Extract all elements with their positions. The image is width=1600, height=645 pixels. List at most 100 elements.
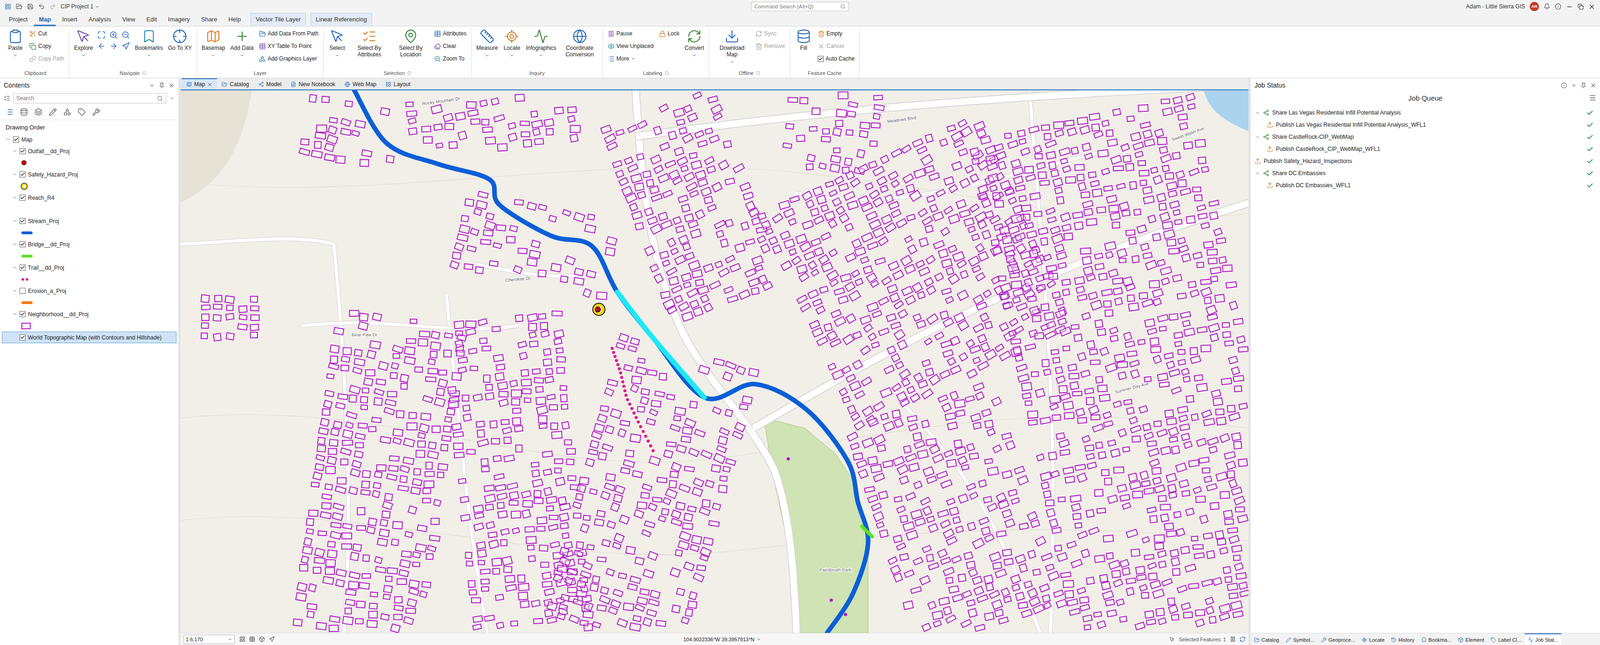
layer-symbol[interactable]: [21, 183, 28, 190]
ribbon-button[interactable]: Add Data: [228, 27, 256, 59]
notification-icon[interactable]: [1543, 3, 1551, 10]
help-icon[interactable]: [1560, 82, 1567, 89]
job-row[interactable]: Share DC Embassies: [1250, 167, 1600, 180]
pane-menu-icon[interactable]: [1570, 82, 1577, 89]
layer-checkbox[interactable]: [19, 287, 26, 294]
layer-checkbox[interactable]: [19, 311, 26, 318]
ribbon-small-button[interactable]: View Unplaced: [605, 40, 656, 52]
navigate-tool-icon[interactable]: [109, 30, 118, 40]
ribbon-button[interactable]: Fill: [793, 27, 815, 53]
expander[interactable]: [11, 171, 18, 177]
ribbon-button[interactable]: Coordinate Conversion: [559, 27, 600, 60]
layer-checkbox[interactable]: [19, 241, 26, 248]
expander[interactable]: [11, 288, 18, 294]
ribbon-small-button[interactable]: More: [605, 53, 656, 65]
ribbon-button[interactable]: Paste: [4, 27, 27, 59]
bottom-tab[interactable]: Catalog: [1250, 633, 1283, 645]
pointer-coordinates[interactable]: 104.9022336°W 39.3957913°N: [279, 636, 1165, 643]
layer-symbol[interactable]: [21, 301, 33, 305]
contents-tool-icon[interactable]: [92, 108, 101, 116]
box-icon[interactable]: [258, 636, 265, 643]
contents-tool-icon[interactable]: [48, 108, 57, 116]
outfall-point[interactable]: [595, 306, 601, 312]
neighborhood-footprints[interactable]: [201, 91, 1249, 633]
layer-row[interactable]: Outfall__dd_Proj: [1, 145, 177, 157]
layer-row[interactable]: Map: [1, 133, 177, 146]
navigate-tool-icon[interactable]: [121, 30, 130, 40]
layer-row[interactable]: Trail__dd_Proj: [1, 261, 177, 274]
expander[interactable]: [11, 264, 18, 271]
ribbon-small-button[interactable]: Add Data From Path: [257, 27, 321, 40]
layer-symbol[interactable]: [21, 209, 22, 210]
checkbox[interactable]: [817, 55, 824, 62]
undo-icon[interactable]: [38, 3, 45, 10]
expander[interactable]: [11, 195, 18, 201]
menu-tab[interactable]: Analysis: [83, 13, 116, 27]
layer-row[interactable]: Bridge__dd_Proj: [1, 238, 177, 251]
pane-menu-icon[interactable]: [149, 82, 156, 89]
bottom-tab[interactable]: Bookma...: [1417, 633, 1456, 645]
ribbon-button[interactable]: Select By Location: [390, 27, 431, 60]
navigate-tool-icon[interactable]: [121, 41, 130, 51]
navigate-tool-icon[interactable]: [97, 30, 106, 40]
ribbon-small-button[interactable]: Attributes: [432, 27, 469, 40]
ribbon-button[interactable]: Download Map: [711, 27, 753, 66]
ribbon-button[interactable]: Convert: [682, 27, 706, 59]
ribbon-button[interactable]: Basemap: [199, 27, 228, 59]
ribbon-button[interactable]: Select: [326, 27, 348, 59]
ribbon-small-button[interactable]: Lock: [657, 27, 682, 40]
ribbon-small-button[interactable]: Remove: [753, 40, 787, 52]
ribbon-small-button[interactable]: Clear: [432, 40, 469, 52]
bottom-tab[interactable]: Element: [1454, 633, 1488, 645]
stream-line[interactable]: [354, 90, 869, 633]
view-tab[interactable]: Map: [181, 78, 217, 90]
bottom-tab[interactable]: Geoproce...: [1317, 633, 1359, 645]
bottom-tab[interactable]: Symbol...: [1282, 633, 1318, 645]
menu-tab[interactable]: Vector Tile Layer: [250, 13, 306, 27]
park-area[interactable]: [763, 417, 868, 633]
pin-icon[interactable]: [1580, 82, 1587, 89]
layer-checkbox[interactable]: [19, 264, 26, 271]
scale-selector[interactable]: 1:6,170: [183, 634, 235, 645]
ribbon-button[interactable]: Infographics: [523, 27, 558, 59]
grid-icon[interactable]: [239, 636, 246, 643]
ribbon-small-button[interactable]: XY Table To Point: [257, 40, 321, 52]
ribbon-small-button[interactable]: Cancel: [815, 40, 857, 52]
layer-checkbox[interactable]: [19, 148, 26, 155]
selected-features[interactable]: Selected Features: 1: [1178, 636, 1227, 643]
bottom-tab[interactable]: Job Stat...: [1524, 633, 1562, 645]
contents-tool-icon[interactable]: [5, 108, 14, 116]
view-tab[interactable]: New Notebook: [285, 78, 340, 90]
ribbon-small-button[interactable]: Zoom To: [432, 53, 469, 65]
ribbon-button[interactable]: Select By Attributes: [349, 27, 390, 60]
refresh-icon[interactable]: [1239, 636, 1246, 643]
ribbon-small-button[interactable]: Copy Path: [27, 53, 67, 65]
layer-row[interactable]: Stream_Proj: [1, 215, 177, 227]
menu-tab[interactable]: Linear Referencing: [310, 13, 373, 27]
ribbon-button[interactable]: Go To XY: [166, 27, 194, 53]
safety-hazard-point[interactable]: [594, 304, 604, 314]
filter-icon[interactable]: [3, 94, 11, 102]
search-options-icon[interactable]: [169, 95, 175, 102]
expander[interactable]: [11, 241, 18, 247]
save-icon[interactable]: [27, 3, 34, 10]
close-window-icon[interactable]: [1588, 3, 1596, 11]
help-icon[interactable]: [1554, 3, 1562, 10]
map-view[interactable]: Rocky Mountain DrMeadows BlvdCherokee Dr…: [180, 90, 1249, 633]
expander[interactable]: [11, 311, 18, 317]
job-row[interactable]: Publish DC Embassies_WFL1: [1250, 179, 1600, 192]
menu-tab[interactable]: Insert: [56, 13, 83, 27]
expander[interactable]: [1254, 170, 1261, 177]
layer-checkbox[interactable]: [19, 217, 26, 224]
view-tab[interactable]: Layout: [380, 78, 415, 90]
layer-row[interactable]: Reach_R4: [1, 191, 177, 204]
close-icon[interactable]: [1590, 82, 1597, 89]
ribbon-button[interactable]: Explore: [72, 27, 95, 59]
layer-row[interactable]: World Topographic Map (with Contours and…: [1, 331, 177, 344]
group-launcher-icon[interactable]: [756, 71, 760, 75]
expander[interactable]: [11, 148, 18, 154]
layer-row[interactable]: Erosion_a_Proj: [1, 284, 177, 297]
group-launcher-icon[interactable]: [142, 71, 147, 75]
navigate-tool-icon[interactable]: [97, 41, 106, 51]
close-icon[interactable]: [168, 82, 175, 89]
